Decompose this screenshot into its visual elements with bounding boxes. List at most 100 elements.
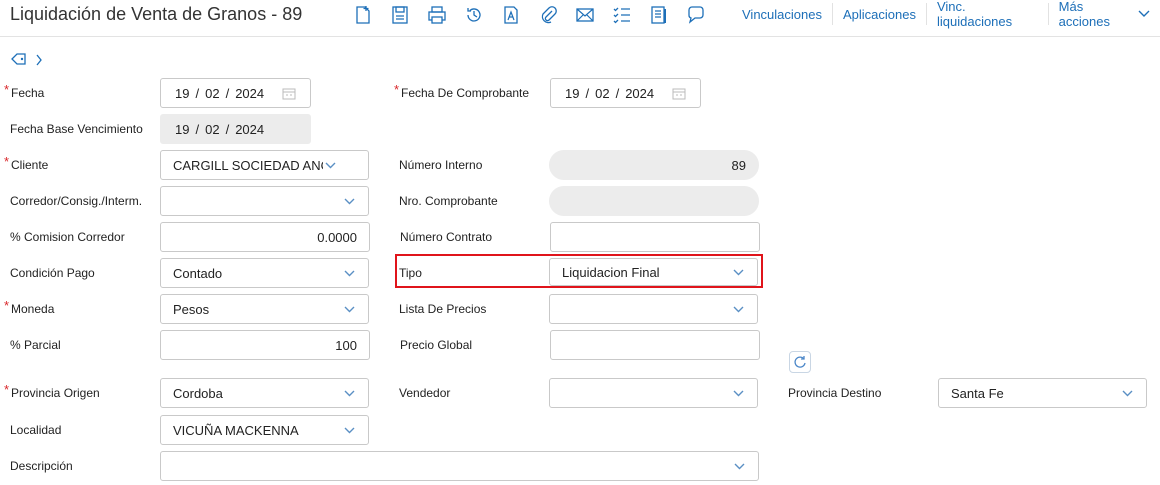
chevron-down-icon	[342, 306, 356, 313]
toolbar-links: Vinculaciones Aplicaciones Vinc. liquida…	[732, 0, 1160, 29]
toolbar	[352, 2, 722, 28]
attachment-icon[interactable]	[537, 4, 559, 26]
fecha-input[interactable]: 19/02/2024	[160, 78, 311, 108]
history-icon[interactable]	[463, 4, 485, 26]
provincia-destino-label: Provincia Destino	[788, 386, 882, 400]
moneda-select[interactable]: Pesos	[160, 294, 369, 324]
parcial-label: % Parcial	[10, 338, 61, 352]
tipo-value: Liquidacion Final	[562, 264, 660, 280]
required-marker: *	[4, 382, 10, 397]
fecha-comprobante-month: 02	[595, 85, 610, 101]
chevron-down-icon	[1138, 10, 1150, 18]
nro-comprobante-label: Nro. Comprobante	[399, 194, 498, 208]
chevron-right-icon[interactable]	[35, 53, 43, 71]
chevron-down-icon	[342, 390, 356, 397]
required-marker: *	[394, 82, 400, 97]
localidad-label: Localidad	[10, 423, 62, 437]
corredor-label: Corredor/Consig./Interm.	[10, 194, 143, 208]
parcial-input[interactable]: 100	[160, 330, 370, 360]
provincia-origen-value: Cordoba	[173, 385, 223, 401]
cliente-value: CARGILL SOCIEDAD ANONIMA	[173, 157, 323, 173]
chevron-down-icon	[342, 427, 356, 434]
refresh-button[interactable]	[789, 351, 811, 373]
cliente-label: Cliente	[11, 158, 49, 172]
fecha-base-label: Fecha Base Vencimiento	[10, 122, 143, 136]
tag-row	[11, 52, 43, 71]
fecha-comprobante-day: 19	[565, 85, 580, 101]
calendar-icon[interactable]	[672, 87, 686, 100]
fecha-base-month: 02	[205, 121, 220, 137]
fecha-base-day: 19	[175, 121, 190, 137]
fecha-comprobante-input[interactable]: 19/02/2024	[550, 78, 701, 108]
comision-label: % Comision Corredor	[10, 230, 125, 244]
chevron-down-icon	[732, 463, 746, 470]
condicion-pago-select[interactable]: Contado	[160, 258, 369, 288]
notes-icon[interactable]	[648, 4, 670, 26]
fecha-comprobante-year: 2024	[625, 85, 655, 101]
mas-acciones-label: Más acciones	[1058, 0, 1110, 29]
condicion-pago-label: Condición Pago	[10, 266, 95, 280]
comision-input[interactable]: 0.0000	[160, 222, 370, 252]
vendedor-label: Vendedor	[399, 386, 451, 400]
fecha-day: 19	[175, 85, 190, 101]
print-icon[interactable]	[426, 4, 448, 26]
aplicaciones-link[interactable]: Aplicaciones	[831, 3, 926, 25]
page-title: Liquidación de Venta de Granos - 89	[10, 4, 303, 24]
comment-icon[interactable]	[685, 4, 707, 26]
chevron-down-icon	[342, 270, 356, 277]
fecha-base-field: 19/02/2024	[160, 114, 311, 144]
provincia-destino-select[interactable]: Santa Fe	[938, 378, 1147, 408]
localidad-select[interactable]: VICUÑA MACKENNA	[160, 415, 369, 445]
numero-contrato-label: Número Contrato	[400, 230, 493, 244]
provincia-destino-value: Santa Fe	[951, 385, 1004, 401]
calendar-icon[interactable]	[282, 87, 296, 100]
required-marker: *	[4, 298, 10, 313]
save-icon[interactable]	[389, 4, 411, 26]
chevron-down-icon	[731, 306, 745, 313]
tipo-label: Tipo	[399, 266, 422, 280]
provincia-origen-select[interactable]: Cordoba	[160, 378, 369, 408]
numero-interno-field: 89	[549, 150, 759, 180]
chevron-down-icon	[323, 162, 337, 169]
lista-precios-label: Lista De Precios	[399, 302, 487, 316]
moneda-label: Moneda	[11, 302, 55, 316]
chevron-down-icon	[342, 198, 356, 205]
chevron-down-icon	[731, 269, 745, 276]
nro-comprobante-field	[549, 186, 759, 216]
tipo-select[interactable]: Liquidacion Final	[549, 258, 758, 286]
fecha-comprobante-label: Fecha De Comprobante	[401, 86, 530, 100]
precio-global-input[interactable]	[550, 330, 760, 360]
text-document-icon[interactable]	[500, 4, 522, 26]
parcial-value: 100	[335, 337, 357, 353]
fecha-label: Fecha	[11, 86, 45, 100]
fecha-base-year: 2024	[235, 121, 265, 137]
numero-contrato-input[interactable]	[550, 222, 760, 252]
vendedor-select[interactable]	[549, 378, 758, 408]
corredor-select[interactable]	[160, 186, 369, 216]
tag-icon[interactable]	[11, 52, 27, 71]
new-document-icon[interactable]	[352, 4, 374, 26]
localidad-value: VICUÑA MACKENNA	[173, 422, 299, 438]
moneda-value: Pesos	[173, 301, 210, 317]
descripcion-select[interactable]	[160, 451, 759, 481]
chevron-down-icon	[1120, 390, 1134, 397]
precio-global-label: Precio Global	[400, 338, 473, 352]
mas-acciones-menu[interactable]: Más acciones	[1047, 0, 1160, 29]
lista-precios-select[interactable]	[549, 294, 758, 324]
descripcion-label: Descripción	[10, 459, 73, 473]
required-marker: *	[4, 154, 10, 169]
fecha-year: 2024	[235, 85, 265, 101]
required-marker: *	[4, 82, 10, 97]
fecha-month: 02	[205, 85, 220, 101]
vinculaciones-link[interactable]: Vinculaciones	[732, 3, 832, 25]
comision-value: 0.0000	[317, 229, 357, 245]
refresh-icon	[794, 356, 806, 368]
vinc-liquidaciones-link[interactable]: Vinc. liquidaciones	[925, 0, 1048, 29]
checklist-icon[interactable]	[611, 4, 633, 26]
numero-interno-label: Número Interno	[399, 158, 483, 172]
email-icon[interactable]	[574, 4, 596, 26]
cliente-select[interactable]: CARGILL SOCIEDAD ANONIMA	[160, 150, 369, 180]
provincia-origen-label: Provincia Origen	[11, 386, 100, 400]
header-divider	[0, 36, 1160, 37]
condicion-pago-value: Contado	[173, 265, 223, 281]
